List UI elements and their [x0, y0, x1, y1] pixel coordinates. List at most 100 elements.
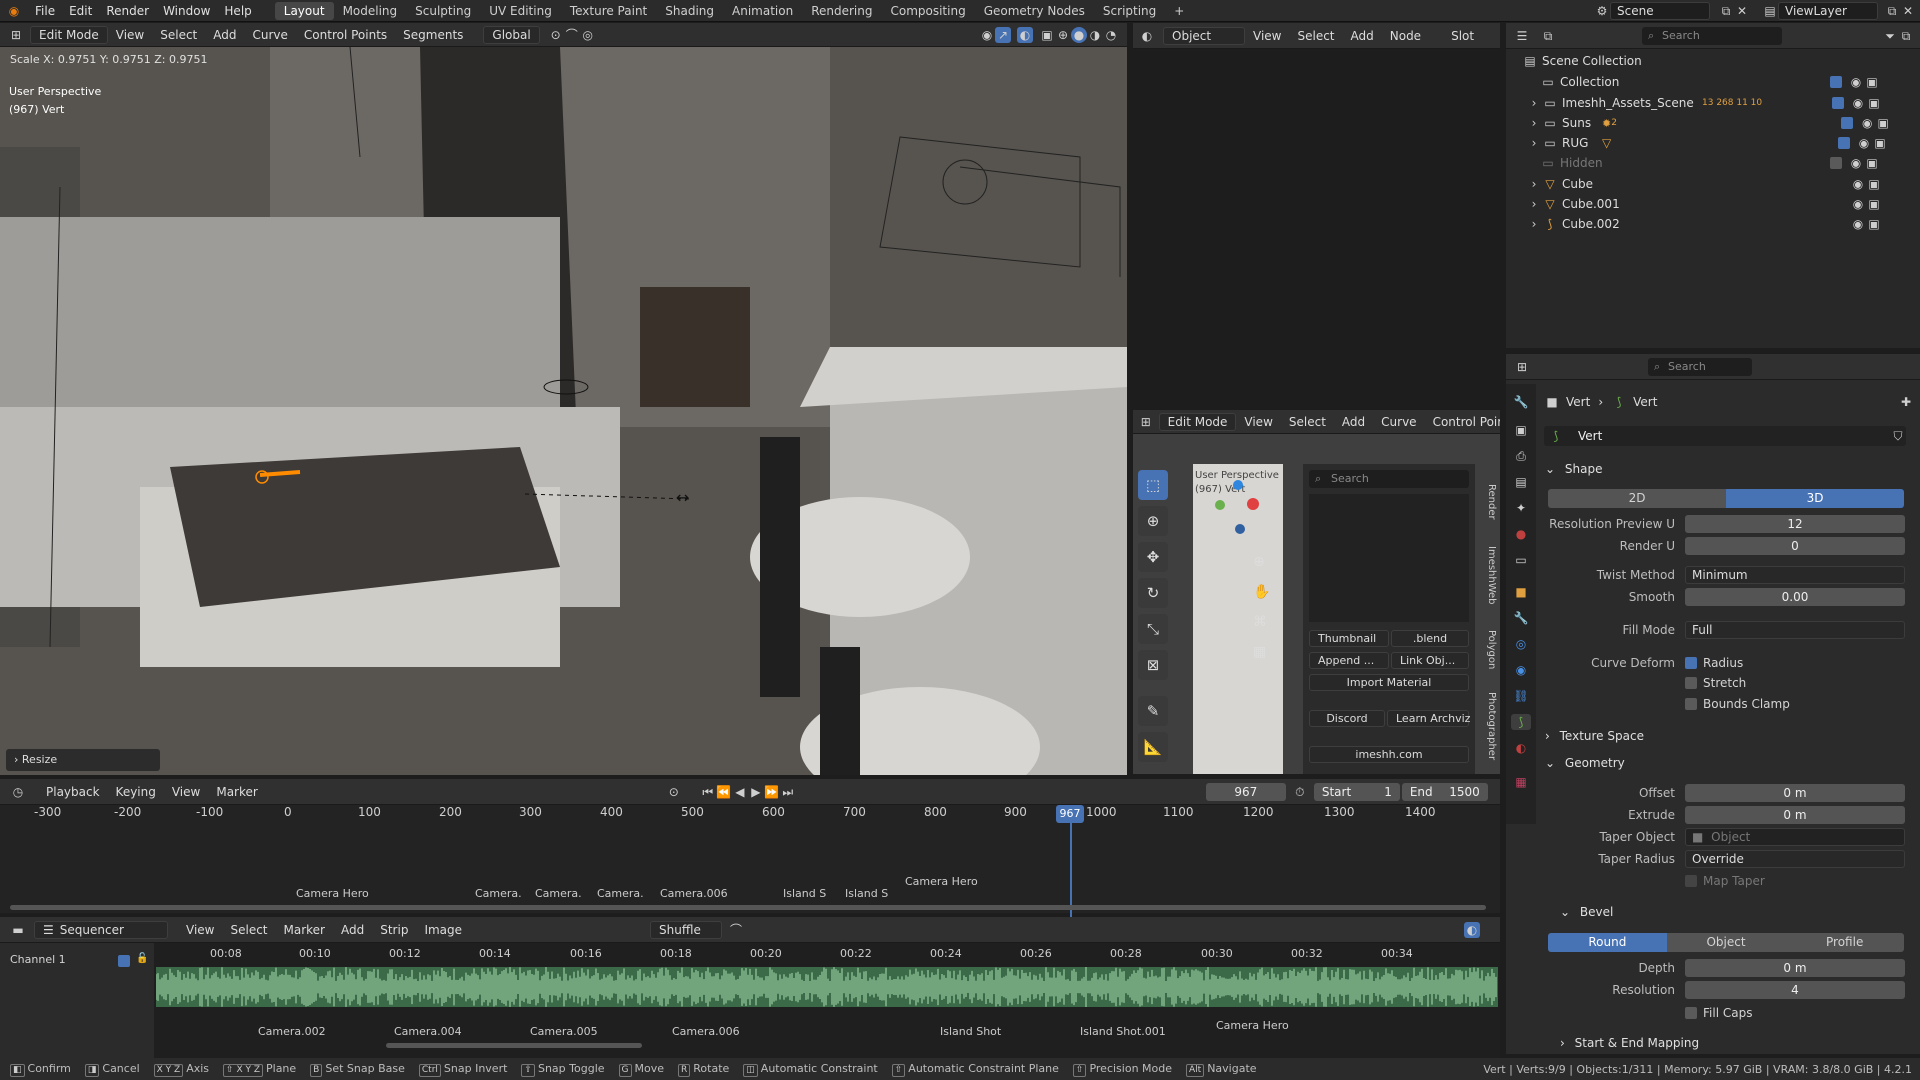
timeline-marker[interactable]: Camera. [535, 887, 582, 900]
scene-selector[interactable]: Scene [1610, 1, 1710, 20]
new-scene-icon[interactable]: ⧉ [1718, 3, 1734, 19]
current-frame-field[interactable]: 967 [1205, 782, 1286, 801]
menu-help[interactable]: Help [217, 4, 258, 18]
view-layer-selector[interactable]: ViewLayer [1778, 1, 1878, 20]
eye-icon[interactable]: ◉ [1850, 95, 1866, 111]
shading-rendered-icon[interactable]: ◔ [1103, 27, 1119, 43]
output-tab-icon[interactable]: ⎙ [1513, 448, 1529, 464]
bevel-section-header[interactable]: ⌄ Bevel [1560, 901, 1920, 923]
link-object-button[interactable]: Link Obj... [1391, 652, 1469, 669]
overlay-icon[interactable]: ◐ [1017, 26, 1033, 43]
eye-icon[interactable]: ◉ [1856, 135, 1872, 151]
add-workspace-button[interactable]: + [1165, 2, 1193, 20]
operator-redo-panel[interactable]: › Resize [6, 749, 160, 771]
annotate-tool[interactable]: ✎ [1138, 696, 1168, 726]
camera-icon[interactable]: ▣ [1872, 135, 1888, 151]
mini-menu-add[interactable]: Add [1334, 415, 1373, 429]
properties-search-input[interactable]: ⌕ Search [1648, 357, 1752, 376]
camera-icon[interactable]: ▣ [1866, 176, 1882, 192]
camera-icon[interactable]: ▣ [1864, 74, 1880, 90]
menu-window[interactable]: Window [156, 4, 217, 18]
playhead[interactable]: 967 [1056, 805, 1084, 823]
menu-edit[interactable]: Edit [62, 4, 99, 18]
mode-dropdown[interactable]: Edit Mode [30, 25, 108, 44]
snap-toggle-icon[interactable]: ⌒ [728, 922, 744, 938]
jump-end-icon[interactable]: ⏭ [780, 784, 796, 800]
editor-type-icon[interactable]: ⊞ [8, 27, 24, 43]
pan-view-icon[interactable]: ✋ [1253, 584, 1270, 600]
proportional-icon[interactable]: ◎ [580, 27, 596, 43]
xray-icon[interactable]: ▣ [1039, 27, 1055, 43]
sequencer-menu-image[interactable]: Image [416, 923, 470, 937]
tab-modeling[interactable]: Modeling [334, 2, 407, 20]
taper-object-field[interactable]: ■ Object [1685, 828, 1905, 846]
mini-menu-control-points[interactable]: Control Poir [1425, 415, 1500, 429]
outliner-row-cube[interactable]: › ▽ Cube ◉ ▣ [1526, 174, 1918, 194]
tab-animation[interactable]: Animation [723, 2, 802, 20]
grid-view-icon[interactable]: ▦ [1253, 644, 1266, 660]
texture-space-section-header[interactable]: › Texture Space [1545, 725, 1905, 747]
shading-solid-icon[interactable]: ● [1071, 26, 1087, 43]
thumbnail-button[interactable]: Thumbnail [1309, 630, 1389, 647]
scale-tool[interactable]: ⤡ [1138, 614, 1168, 644]
auto-keying-icon[interactable]: ⊙ [666, 784, 682, 800]
eye-icon[interactable]: ◉ [1850, 216, 1866, 232]
sequencer-menu-view[interactable]: View [178, 923, 222, 937]
transform-tool[interactable]: ⊠ [1138, 650, 1168, 680]
camera-icon[interactable]: ▣ [1866, 95, 1882, 111]
bevel-round-button[interactable]: Round [1548, 933, 1667, 952]
visibility-icon[interactable]: ◉ [979, 27, 995, 43]
jump-keyframe-forward-icon[interactable]: ⏩ [764, 784, 780, 800]
navigation-gizmo[interactable] [1207, 480, 1267, 540]
fill-caps-checkbox[interactable] [1685, 1007, 1697, 1019]
extrude-field[interactable]: 0 m [1685, 806, 1905, 824]
timeline-marker[interactable]: Camera.006 [660, 887, 728, 900]
node-editor-canvas[interactable] [1133, 49, 1500, 409]
exclude-checkbox[interactable] [1841, 117, 1854, 129]
texture-tab-icon[interactable]: ▦ [1513, 774, 1529, 790]
node-menu-add[interactable]: Add [1343, 29, 1382, 43]
rotate-tool[interactable]: ↻ [1138, 578, 1168, 608]
side-tab-photographer[interactable]: Photographer [1481, 692, 1497, 760]
expand-arrow-icon[interactable]: › [1526, 115, 1542, 131]
physics-tab-icon[interactable]: ◉ [1513, 662, 1529, 678]
menu-file[interactable]: File [28, 4, 62, 18]
mini-editor-type-icon[interactable]: ⊞ [1139, 414, 1153, 430]
modifier-tab-icon[interactable]: 🔧 [1513, 610, 1529, 626]
transform-orientation-dropdown[interactable]: Global [483, 25, 540, 44]
outliner-row-collection[interactable]: ▭ Collection ◉ ▣ [1540, 72, 1920, 92]
data-tab-icon[interactable]: ⟆ [1511, 714, 1531, 730]
eye-icon[interactable]: ◉ [1850, 196, 1866, 212]
outliner-search-input[interactable]: ⌕ Search [1642, 26, 1782, 45]
outliner-row-rug[interactable]: › ▭ RUG ▽ ◉ ▣ [1526, 133, 1918, 153]
sequencer-marker[interactable]: Island Shot [940, 1025, 1001, 1038]
datablock-selector[interactable]: ⟆ Vert ⛉ [1544, 426, 1906, 446]
bounds-clamp-checkbox[interactable] [1685, 698, 1697, 710]
bevel-profile-button[interactable]: Profile [1785, 933, 1905, 952]
radius-checkbox[interactable] [1685, 657, 1697, 669]
mini-mode-dropdown[interactable]: Edit Mode [1158, 412, 1237, 431]
eye-icon[interactable]: ◉ [1848, 155, 1864, 171]
mini-menu-view[interactable]: View [1236, 415, 1280, 429]
eye-icon[interactable]: ◉ [1848, 74, 1864, 90]
new-collection-icon[interactable]: ⧉ [1898, 28, 1914, 44]
filter-icon[interactable]: ⏷ [1882, 28, 1898, 44]
dimensions-2d-button[interactable]: 2D [1548, 489, 1726, 508]
gizmo-y-neg-icon[interactable] [1235, 524, 1245, 534]
shuffle-dropdown[interactable]: Shuffle [650, 920, 723, 939]
shading-material-icon[interactable]: ◑ [1087, 27, 1103, 43]
gizmo-icon[interactable]: ↗ [995, 26, 1011, 43]
sequencer-overlay-icon[interactable]: ◐ [1464, 921, 1480, 938]
exclude-checkbox[interactable] [1830, 157, 1842, 169]
constraints-tab-icon[interactable]: ⛓ [1513, 688, 1529, 704]
exclude-checkbox[interactable] [1838, 137, 1850, 149]
eye-icon[interactable]: ◉ [1859, 115, 1875, 131]
tab-texture-paint[interactable]: Texture Paint [561, 2, 656, 20]
blender-logo-icon[interactable]: ◉ [6, 3, 22, 19]
start-end-mapping-header[interactable]: › Start & End Mapping [1560, 1032, 1920, 1054]
resolution-preview-u-field[interactable]: 12 [1685, 515, 1905, 533]
geometry-section-header[interactable]: ⌄ Geometry [1545, 752, 1905, 774]
side-tab-render[interactable]: Render [1481, 484, 1497, 520]
expand-arrow-icon[interactable]: › [1526, 176, 1542, 192]
delete-scene-icon[interactable]: ✕ [1734, 3, 1750, 19]
